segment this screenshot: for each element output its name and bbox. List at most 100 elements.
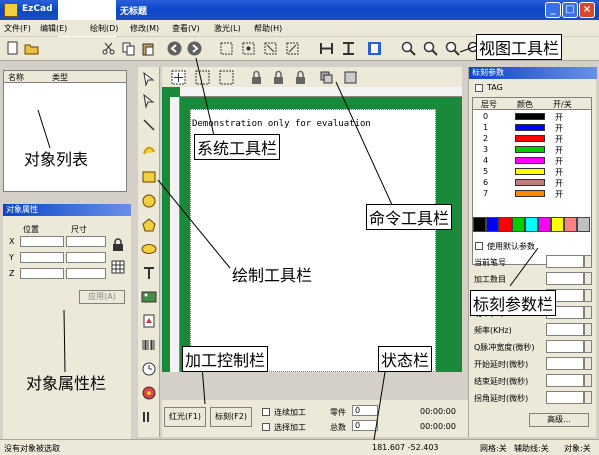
menu-draw[interactable]: 绘制(D) <box>90 23 118 34</box>
palette-color[interactable] <box>512 217 525 232</box>
group-icon[interactable] <box>262 40 279 57</box>
palette-color[interactable] <box>473 217 486 232</box>
text-tool-icon[interactable] <box>141 265 157 281</box>
layer-row[interactable]: 6开 <box>473 177 591 188</box>
layer-color-swatch[interactable] <box>515 113 545 120</box>
x-pos-input[interactable] <box>20 236 64 247</box>
layer-color-swatch[interactable] <box>515 168 545 175</box>
part-count-input[interactable]: 0 <box>352 405 378 416</box>
palette-color[interactable] <box>564 217 577 232</box>
param-spinner[interactable] <box>584 391 592 404</box>
param-spinner[interactable] <box>584 357 592 370</box>
param-input[interactable] <box>546 391 584 404</box>
close-button[interactable]: × <box>579 2 595 18</box>
palette-color[interactable] <box>525 217 538 232</box>
menu-edit[interactable]: 编辑(E) <box>40 23 67 34</box>
palette-color[interactable] <box>486 217 499 232</box>
grid-anchor-icon[interactable] <box>111 260 125 274</box>
param-spinner[interactable] <box>584 272 592 285</box>
ungroup-icon[interactable] <box>284 40 301 57</box>
cmd-lock3-icon[interactable] <box>292 69 309 86</box>
zoom-out-icon[interactable] <box>422 40 439 57</box>
circle-icon[interactable] <box>141 193 157 209</box>
port-output-icon[interactable] <box>141 409 157 425</box>
continuous-checkbox[interactable] <box>262 408 270 416</box>
line-icon[interactable] <box>141 117 157 133</box>
select-arrow-icon[interactable] <box>141 71 157 87</box>
maximize-button[interactable]: □ <box>562 2 578 18</box>
cmd-weld-icon[interactable] <box>318 69 335 86</box>
mirror-h-icon[interactable] <box>318 40 335 57</box>
param-spinner[interactable] <box>584 374 592 387</box>
minimize-button[interactable]: _ <box>545 2 561 18</box>
undo-icon[interactable] <box>166 40 183 57</box>
layer-color-swatch[interactable] <box>515 179 545 186</box>
timer-icon[interactable] <box>141 361 157 377</box>
z-pos-input[interactable] <box>20 268 64 279</box>
param-spinner[interactable] <box>584 323 592 336</box>
param-input[interactable] <box>546 323 584 336</box>
menu-laser[interactable]: 激光(L) <box>214 23 241 34</box>
layer-row[interactable]: 4开 <box>473 155 591 166</box>
cmd-snap-icon[interactable] <box>194 69 211 86</box>
x-size-input[interactable] <box>66 236 106 247</box>
status-grid[interactable]: 网格:关 <box>480 443 507 454</box>
cut-icon[interactable] <box>100 40 117 57</box>
status-guide[interactable]: 辅助线:关 <box>514 443 549 454</box>
layer-color-swatch[interactable] <box>515 146 545 153</box>
layer-row[interactable]: 1开 <box>473 122 591 133</box>
param-input[interactable] <box>546 255 584 268</box>
copy-icon[interactable] <box>120 40 137 57</box>
menu-file[interactable]: 文件(F) <box>4 23 31 34</box>
layer-color-swatch[interactable] <box>515 124 545 131</box>
palette-color[interactable] <box>551 217 564 232</box>
use-default-checkbox[interactable] <box>475 242 483 250</box>
layer-row[interactable]: 3开 <box>473 144 591 155</box>
polygon-icon[interactable] <box>141 217 157 233</box>
y-pos-input[interactable] <box>20 252 64 263</box>
zoom-fit-icon[interactable] <box>444 40 461 57</box>
cmd-lock2-icon[interactable] <box>270 69 287 86</box>
param-spinner[interactable] <box>584 306 592 319</box>
palette-color[interactable] <box>577 217 590 232</box>
lock-icon[interactable] <box>111 238 125 252</box>
vector-file-icon[interactable] <box>141 313 157 329</box>
cmd-hatch-icon[interactable] <box>342 69 359 86</box>
node-arrow-icon[interactable] <box>141 93 157 109</box>
param-input[interactable] <box>546 374 584 387</box>
layer-row[interactable]: 2开 <box>473 133 591 144</box>
total-count-input[interactable]: 0 <box>352 420 378 431</box>
port-input-icon[interactable] <box>141 385 157 401</box>
param-input[interactable] <box>546 357 584 370</box>
param-input[interactable] <box>546 272 584 285</box>
param-spinner[interactable] <box>584 255 592 268</box>
mirror-v-icon[interactable] <box>340 40 357 57</box>
param-spinner[interactable] <box>584 340 592 353</box>
new-file-icon[interactable] <box>4 40 21 57</box>
paste-icon[interactable] <box>140 40 157 57</box>
ellipse-icon[interactable] <box>141 241 157 257</box>
param-input[interactable] <box>546 340 584 353</box>
color-palette[interactable] <box>473 217 591 232</box>
red-light-button[interactable]: 红光(F1) <box>164 407 206 427</box>
layer-row[interactable]: 5开 <box>473 166 591 177</box>
mark-button[interactable]: 标刻(F2) <box>210 407 252 427</box>
properties-icon[interactable] <box>366 40 383 57</box>
rectangle-icon[interactable] <box>141 169 157 185</box>
status-snap[interactable]: 对象:关 <box>564 443 591 454</box>
palette-color[interactable] <box>499 217 512 232</box>
layer-row[interactable]: 7开 <box>473 188 591 199</box>
zoom-in-icon[interactable] <box>400 40 417 57</box>
open-file-icon[interactable] <box>23 40 40 57</box>
layer-color-swatch[interactable] <box>515 135 545 142</box>
tag-checkbox[interactable] <box>475 84 483 92</box>
curve-icon[interactable] <box>141 141 157 157</box>
layer-onoff[interactable]: 开 <box>555 189 563 200</box>
cmd-align-icon[interactable] <box>218 69 235 86</box>
z-size-input[interactable] <box>66 268 106 279</box>
menu-view[interactable]: 查看(V) <box>172 23 200 34</box>
y-size-input[interactable] <box>66 252 106 263</box>
layer-color-swatch[interactable] <box>515 157 545 164</box>
barcode-icon[interactable] <box>141 337 157 353</box>
apply-button[interactable]: 应用(A) <box>79 290 125 304</box>
